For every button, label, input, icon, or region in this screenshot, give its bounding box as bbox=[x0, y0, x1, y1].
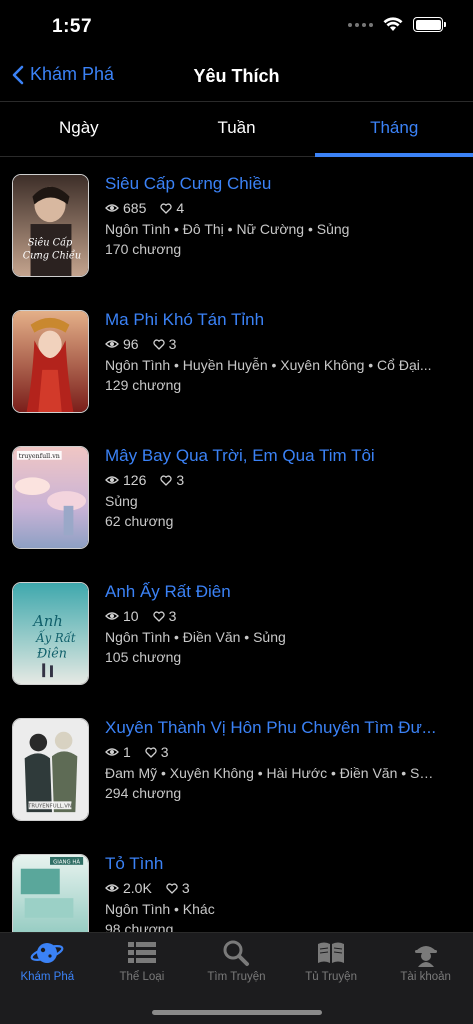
story-title: Xuyên Thành Vị Hôn Phu Chuyên Tìm Đư... bbox=[105, 718, 437, 737]
eye-icon bbox=[105, 204, 119, 212]
story-title: Mây Bay Qua Trời, Em Qua Tim Tôi bbox=[105, 446, 375, 465]
story-title: Siêu Cấp Cưng Chiều bbox=[105, 174, 272, 193]
battery-icon bbox=[413, 17, 446, 32]
story-stats: 685 4 bbox=[105, 199, 437, 217]
like-count: 3 bbox=[176, 472, 185, 488]
svg-text:Ấy Rất: Ấy Rất bbox=[35, 630, 76, 645]
svg-text:Điên: Điên bbox=[36, 645, 67, 660]
list-icon bbox=[127, 942, 156, 963]
story-chapters: 170 chương bbox=[105, 241, 182, 257]
view-count: 2.0K bbox=[123, 880, 152, 896]
story-title: Ma Phi Khó Tán Tỉnh bbox=[105, 310, 265, 329]
view-count: 1 bbox=[123, 744, 131, 760]
like-count: 3 bbox=[168, 336, 177, 352]
eye-icon bbox=[105, 340, 119, 348]
eye-icon bbox=[105, 748, 119, 756]
view-count: 685 bbox=[123, 200, 147, 216]
svg-text:Siêu Cấp: Siêu Cấp bbox=[28, 238, 73, 249]
bottom-tab-bar: Khám Phá Thể Loại Tìm Truyện Tủ Truyện T… bbox=[0, 932, 473, 1024]
heart-icon bbox=[160, 202, 173, 214]
story-chapters: 129 chương bbox=[105, 377, 182, 393]
story-cover: Anh Ấy Rất Điên bbox=[12, 582, 89, 685]
status-icons bbox=[348, 17, 446, 32]
like-count: 3 bbox=[181, 880, 190, 896]
tabbar-item-bookshelf[interactable]: Tủ Truyện bbox=[284, 933, 379, 993]
story-genres: Đam Mỹ • Xuyên Không • Hài Hước • Điền V… bbox=[105, 765, 437, 781]
signal-icon bbox=[348, 22, 373, 27]
story-chapters: 62 chương bbox=[105, 513, 174, 529]
view-count: 126 bbox=[123, 472, 147, 488]
heart-icon bbox=[152, 610, 165, 622]
status-time: 1:57 bbox=[52, 16, 93, 37]
eye-icon bbox=[105, 884, 119, 892]
story-stats: 1 3 bbox=[105, 743, 437, 761]
story-cover bbox=[12, 310, 89, 413]
svg-text:Cưng Chiều: Cưng Chiều bbox=[23, 250, 81, 261]
navigation-bar: Khám Phá Yêu Thích bbox=[0, 52, 473, 102]
book-icon bbox=[318, 942, 345, 963]
story-item[interactable]: Anh Ấy Rất Điên Anh Ấy Rất Điên 10 3 Ngô… bbox=[0, 565, 473, 701]
story-genres: Sủng bbox=[105, 493, 138, 509]
story-title: Tỏ Tình bbox=[105, 854, 164, 873]
heart-icon bbox=[160, 474, 173, 486]
home-indicator bbox=[152, 1010, 322, 1015]
story-stats: 96 3 bbox=[105, 335, 437, 353]
story-genres: Ngôn Tình • Đô Thị • Nữ Cường • Sủng bbox=[105, 221, 350, 237]
eye-icon bbox=[105, 476, 119, 484]
account-icon bbox=[414, 946, 437, 967]
tabbar-label: Tìm Truyện bbox=[207, 971, 266, 983]
story-genres: Ngôn Tình • Khác bbox=[105, 901, 215, 917]
heart-icon bbox=[166, 882, 178, 894]
story-cover: GIANG HÀ bbox=[12, 854, 89, 932]
tabbar-item-explore[interactable]: Khám Phá bbox=[0, 933, 95, 993]
tabbar-label: Tài khoản bbox=[400, 971, 451, 983]
status-bar: 1:57 bbox=[0, 0, 473, 52]
story-stats: 10 3 bbox=[105, 607, 437, 625]
planet-icon bbox=[30, 943, 64, 963]
story-chapters: 294 chương bbox=[105, 785, 182, 801]
story-item[interactable]: Siêu Cấp Cưng Chiều Siêu Cấp Cưng Chiều … bbox=[0, 157, 473, 293]
heart-icon bbox=[152, 338, 165, 350]
tabbar-item-account[interactable]: Tài khoản bbox=[378, 933, 473, 993]
cover-text: truyenfull.vn bbox=[19, 452, 60, 460]
tabbar-item-categories[interactable]: Thể Loại bbox=[95, 933, 190, 993]
story-chapters: 105 chương bbox=[105, 649, 182, 665]
tab-week[interactable]: Tuần bbox=[158, 102, 316, 156]
svg-text:Anh: Anh bbox=[31, 613, 62, 630]
story-chapters: 98 chương bbox=[105, 921, 174, 932]
story-cover: Siêu Cấp Cưng Chiều bbox=[12, 174, 89, 277]
like-count: 3 bbox=[168, 608, 177, 624]
story-list: Siêu Cấp Cưng Chiều Siêu Cấp Cưng Chiều … bbox=[0, 157, 473, 932]
story-item[interactable]: TRUYENFULL.VN Xuyên Thành Vị Hôn Phu Chu… bbox=[0, 701, 473, 837]
tab-day[interactable]: Ngày bbox=[0, 102, 158, 156]
page-title: Yêu Thích bbox=[193, 66, 280, 86]
wifi-icon bbox=[383, 17, 403, 31]
tabbar-item-search[interactable]: Tìm Truyện bbox=[189, 933, 284, 993]
period-tabs: Ngày Tuần Tháng bbox=[0, 102, 473, 157]
story-genres: Ngôn Tình • Huyền Huyễn • Xuyên Không • … bbox=[105, 357, 432, 373]
story-stats: 2.0K 3 bbox=[105, 879, 437, 897]
search-icon bbox=[223, 940, 250, 966]
story-item[interactable]: GIANG HÀ Tỏ Tình 2.0K 3 Ngôn Tình • Khác… bbox=[0, 837, 473, 932]
tab-month[interactable]: Tháng bbox=[315, 102, 473, 157]
cover-text: GIANG HÀ bbox=[53, 858, 80, 865]
story-item[interactable]: Ma Phi Khó Tán Tỉnh 96 3 Ngôn Tình • Huy… bbox=[0, 293, 473, 429]
story-stats: 126 3 bbox=[105, 471, 437, 489]
view-count: 10 bbox=[123, 608, 139, 624]
eye-icon bbox=[105, 612, 119, 620]
like-count: 3 bbox=[160, 744, 169, 760]
tabbar-label: Khám Phá bbox=[20, 971, 75, 983]
cover-text: TRUYENFULL.VN bbox=[27, 804, 72, 810]
view-count: 96 bbox=[123, 336, 139, 352]
story-genres: Ngôn Tình • Điền Văn • Sủng bbox=[105, 629, 286, 645]
tabbar-label: Tủ Truyện bbox=[305, 971, 357, 983]
story-cover: truyenfull.vn bbox=[12, 446, 89, 549]
story-item[interactable]: truyenfull.vn Mây Bay Qua Trời, Em Qua T… bbox=[0, 429, 473, 565]
tabbar-label: Thể Loại bbox=[119, 971, 165, 983]
heart-icon bbox=[145, 746, 157, 758]
like-count: 4 bbox=[176, 200, 185, 216]
story-title: Anh Ấy Rất Điên bbox=[105, 582, 231, 601]
story-cover: TRUYENFULL.VN bbox=[12, 718, 89, 821]
